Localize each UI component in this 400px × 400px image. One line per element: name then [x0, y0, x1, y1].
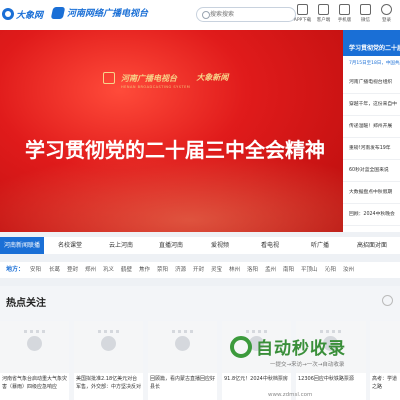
tab-video[interactable]: 爱视频	[198, 237, 242, 254]
card-caption: 回顾篇，看内蒙古直播回应好县长	[150, 376, 216, 390]
watermark-text: 自动秒收录	[256, 339, 346, 359]
region-link[interactable]: 鹤壁	[121, 262, 132, 278]
news-card[interactable]: 美国拟批准2.18亿美元对台军售，外交部：中方坚决反对	[74, 321, 143, 400]
tab-henan-news[interactable]: 河南新闻联播	[0, 237, 44, 254]
header-wechat[interactable]: 微信	[356, 3, 375, 27]
region-link[interactable]: 汝州	[343, 262, 354, 278]
header-mobile[interactable]: 手机版	[335, 3, 354, 27]
logo-text: 大象网	[16, 10, 44, 21]
header-icon-label: 客户端	[316, 18, 331, 23]
region-label: 地方：	[6, 266, 25, 273]
card-caption: 高考：学道之路	[372, 376, 398, 390]
region-link[interactable]: 洛阳	[247, 262, 258, 278]
header-login[interactable]: 登录	[377, 3, 396, 27]
news-card[interactable]: 回顾篇，看内蒙古直播回应好县长	[148, 321, 217, 400]
header-actions: APP下载 客户端 手机版 微信 登录	[293, 3, 396, 27]
tab-cloud-henan[interactable]: 云上河南	[99, 237, 143, 254]
watermark-logo-icon	[230, 335, 252, 358]
banner-logo-news: 大象新闻	[196, 73, 229, 82]
region-link[interactable]: 济源	[175, 262, 186, 278]
news-card[interactable]: 河南省气象台启动重大气象灾害（暴雨）四级应急响应	[0, 321, 69, 400]
banner-title: 学习贯彻党的二十届三中全会精神	[25, 138, 325, 162]
card-caption: 91.8亿元！2024中秋档票房	[224, 376, 288, 382]
news-headline[interactable]: 学习贯彻党的二十届	[343, 30, 400, 56]
news-item[interactable]: 重磅!河南发布19年	[343, 138, 400, 160]
region-link[interactable]: 平顶山	[301, 262, 318, 278]
hot-title: 热点关注	[6, 298, 46, 309]
tab-radio[interactable]: 听广播	[298, 237, 342, 254]
card-caption: 12306回应中秋铁路票源	[298, 376, 354, 382]
wechat-icon	[360, 4, 371, 15]
watermark-url: www.zdmsl.com	[268, 392, 313, 398]
header-icon-label: 手机版	[337, 18, 352, 23]
news-item[interactable]: 回顾：2024中秋晚会	[343, 204, 400, 226]
region-link[interactable]: 林州	[229, 262, 240, 278]
region-bar: 地方： 安阳 长葛 登封 郑州 巩义 鹤壁 焦作 荥阳 济源 开封 灵宝 林州 …	[0, 262, 400, 278]
news-date: 7月15日至18日，中国共产	[349, 61, 400, 66]
region-link[interactable]: 长葛	[49, 262, 60, 278]
region-link[interactable]: 安阳	[30, 262, 41, 278]
station-mark-icon	[50, 6, 66, 19]
region-link[interactable]: 焦作	[139, 262, 150, 278]
channel-tabs: 河南新闻联播 名校课堂 云上河南 直播河南 爱视频 看电视 听广播 高招面对面	[0, 237, 400, 254]
region-link[interactable]: 沁阳	[325, 262, 336, 278]
placeholder-paw-icon	[24, 330, 45, 351]
site-header: 大象网 河南网络广播电视台 APP下载 客户端 手机版 微信 登录	[0, 0, 400, 30]
station-logo-text: 河南网络广播电视台	[67, 9, 149, 19]
news-item[interactable]: 大数据盘点中秋假期	[343, 182, 400, 204]
region-link[interactable]: 荥阳	[157, 262, 168, 278]
region-link[interactable]: 孟州	[265, 262, 276, 278]
region-link[interactable]: 登封	[67, 262, 78, 278]
banner-logo-station-sub: HENAN BROADCASTING SYSTEM	[121, 85, 191, 89]
mobile-icon	[339, 4, 350, 15]
header-app[interactable]: APP下载	[293, 3, 312, 27]
tab-live-henan[interactable]: 直播河南	[149, 237, 193, 254]
news-card[interactable]: 高考：学道之路	[370, 321, 400, 400]
region-link[interactable]: 巩义	[103, 262, 114, 278]
news-item[interactable]: 穿越千年，这份来自中	[343, 94, 400, 116]
tab-tv[interactable]: 看电视	[248, 237, 292, 254]
region-link[interactable]: 灵宝	[211, 262, 222, 278]
site-logo[interactable]: 大象网	[2, 5, 43, 23]
region-link[interactable]: 郑州	[85, 262, 96, 278]
watermark-sub: 一提交→来访→一次→自动收录	[270, 362, 345, 368]
card-thumbnail	[74, 321, 143, 373]
news-item[interactable]: 传递温暖！郑州开展	[343, 116, 400, 138]
card-caption: 河南省气象台启动重大气象灾害（暴雨）四级应急响应	[2, 376, 68, 390]
region-link[interactable]: 南阳	[283, 262, 294, 278]
region-link[interactable]: 开封	[193, 262, 204, 278]
banner-logo-group: 河南广播电视台 HENAN BROADCASTING SYSTEM	[121, 66, 190, 89]
hero-banner[interactable]: 河南广播电视台 HENAN BROADCASTING SYSTEM 大象新闻 学…	[0, 30, 343, 232]
header-icon-label: 微信	[361, 18, 370, 23]
user-icon	[381, 4, 392, 15]
paw-logo-icon	[2, 8, 14, 20]
app-icon	[297, 4, 308, 15]
placeholder-paw-icon	[98, 330, 119, 351]
search-input[interactable]	[210, 9, 290, 20]
search-icon	[202, 11, 210, 19]
search-box[interactable]	[196, 7, 296, 22]
header-client[interactable]: 客户端	[314, 3, 333, 27]
banner-logo-station: 河南广播电视台	[121, 74, 177, 83]
news-panel: 学习贯彻党的二十届 7月15日至18日，中国共产 河南广播电视台组织 穿越千年，…	[343, 30, 400, 232]
watermark: 自动秒收录	[230, 334, 346, 359]
card-caption: 美国拟批准2.18亿美元对台军售，外交部：中方坚决反对	[76, 376, 142, 390]
header-icon-label: APP下载	[293, 18, 312, 23]
card-thumbnail	[148, 321, 217, 373]
station-logo[interactable]: 河南网络广播电视台	[50, 6, 149, 19]
header-icon-label: 登录	[382, 18, 391, 23]
card-thumbnail	[0, 321, 69, 373]
card-thumbnail	[370, 321, 400, 373]
news-item[interactable]: 河南广播电视台组织	[343, 72, 400, 94]
tab-school-class[interactable]: 名校课堂	[48, 237, 92, 254]
banner-logos: 河南广播电视台 HENAN BROADCASTING SYSTEM 大象新闻	[103, 66, 228, 89]
tab-gaokao[interactable]: 高招面对面	[348, 237, 396, 254]
placeholder-paw-icon	[172, 330, 193, 351]
news-item[interactable]: 60秒对蓝全国来说	[343, 160, 400, 182]
more-icon[interactable]	[382, 295, 393, 306]
phone-icon	[318, 4, 329, 15]
calendar-logo-icon	[103, 71, 115, 84]
